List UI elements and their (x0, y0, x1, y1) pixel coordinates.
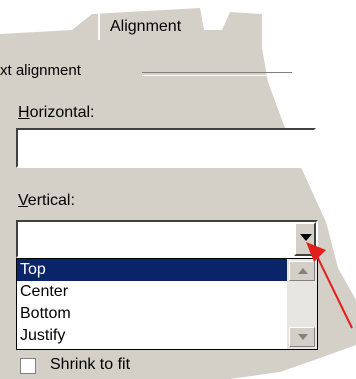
red-arrow-icon (306, 242, 353, 329)
